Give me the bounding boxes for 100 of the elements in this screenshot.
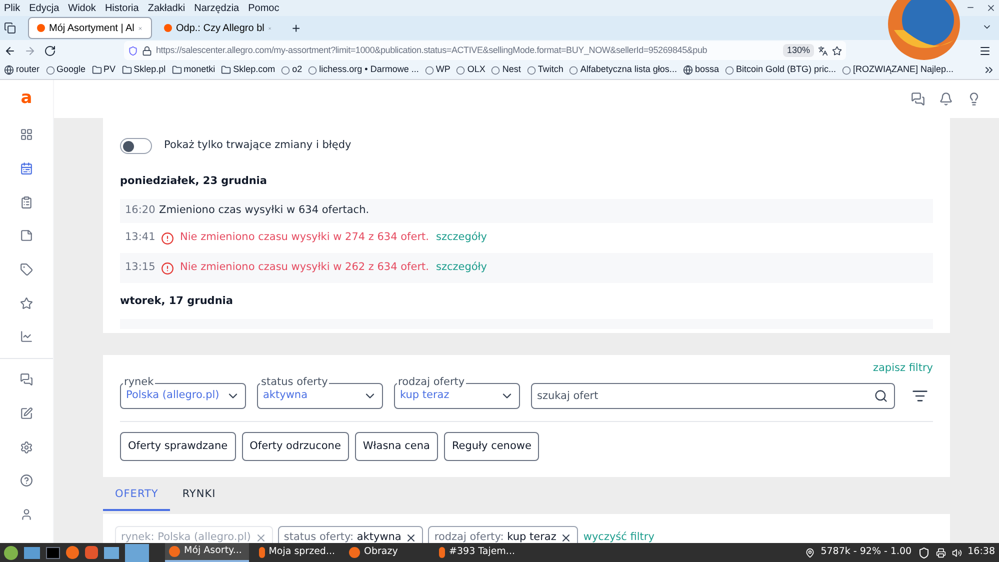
bookmark-item[interactable]: lichess.org • Darmowe ... bbox=[308, 63, 419, 77]
remove-icon[interactable] bbox=[405, 532, 418, 543]
terminal-icon[interactable] bbox=[46, 546, 60, 558]
app-launcher-icon[interactable] bbox=[66, 546, 79, 559]
site-icon bbox=[456, 66, 466, 74]
menu-item[interactable]: Plik bbox=[4, 0, 20, 16]
new-tab-button[interactable]: + bbox=[284, 18, 308, 38]
edit-icon[interactable] bbox=[20, 406, 33, 420]
workspace-icon[interactable] bbox=[125, 544, 149, 562]
menu-item[interactable]: Widok bbox=[68, 0, 96, 16]
volume-icon[interactable] bbox=[952, 548, 962, 558]
lightbulb-icon[interactable] bbox=[967, 92, 981, 106]
bookmark-item[interactable]: PV bbox=[92, 63, 116, 77]
printer-icon[interactable] bbox=[936, 548, 946, 558]
toggle-switch[interactable] bbox=[120, 138, 152, 154]
bookmark-item[interactable]: Sklep.com bbox=[221, 63, 276, 77]
site-icon bbox=[308, 66, 318, 74]
site-icon bbox=[526, 66, 536, 74]
alert-icon bbox=[161, 232, 174, 244]
menu-item[interactable]: Edycja bbox=[29, 0, 60, 16]
address-field[interactable]: https://salescenter.allegro.com/my-assortment?limit=1000&publication.status=ACTIVE&sellingMode.format=BUY_NOW&sellerId=95269845&pub 130% bbox=[124, 41, 846, 60]
time-label: 13:15 bbox=[125, 260, 153, 276]
folder-launcher-icon[interactable] bbox=[104, 546, 119, 558]
taskbar-window[interactable]: Mój Asorty... bbox=[165, 543, 249, 562]
select-value: kup teraz bbox=[400, 388, 450, 404]
more-bookmarks-icon[interactable] bbox=[983, 64, 995, 76]
filter-button[interactable]: Własna cena bbox=[354, 432, 438, 461]
bell-icon[interactable] bbox=[939, 92, 953, 106]
bookmark-item[interactable]: Google bbox=[46, 63, 86, 77]
remove-icon[interactable] bbox=[560, 532, 572, 543]
bookmark-item[interactable]: Nest bbox=[491, 63, 521, 77]
bookmark-item[interactable]: Twitch bbox=[526, 63, 564, 77]
taskbar-window[interactable]: Moja sprzed... bbox=[255, 543, 339, 562]
menu-item[interactable]: Narzędzia bbox=[194, 0, 240, 16]
bookmark-item[interactable]: o2 bbox=[281, 63, 302, 77]
select-label: rodzaj oferty bbox=[397, 376, 466, 388]
chat-icon[interactable] bbox=[911, 92, 925, 106]
star-icon[interactable] bbox=[20, 296, 33, 310]
folder-icon bbox=[122, 65, 132, 75]
bookmark-item[interactable]: [ROZWIĄZANE] Najlep... bbox=[842, 63, 954, 77]
taskbar-window[interactable]: #393 Tajem... bbox=[435, 543, 519, 562]
change-message: Nie zmieniono czasu wysyłki w 274 z 634 ofert. bbox=[180, 230, 429, 246]
bookmark-item[interactable]: Bitcoin Gold (BTG) pric... bbox=[724, 63, 836, 77]
app-launcher-icon[interactable] bbox=[85, 546, 98, 559]
translate-icon[interactable] bbox=[818, 46, 828, 56]
change-message: Nie zmieniono czasu wysyłki w 262 z 634 ofert. bbox=[180, 260, 429, 276]
filter-icon[interactable] bbox=[912, 388, 928, 404]
bookmark-item[interactable]: OLX bbox=[456, 63, 486, 77]
shield-icon[interactable] bbox=[918, 546, 930, 558]
bookmark-item[interactable]: WP bbox=[424, 63, 450, 77]
menu-item[interactable]: Historia bbox=[104, 0, 139, 16]
close-window-icon[interactable] bbox=[986, 3, 996, 13]
user-icon[interactable] bbox=[20, 508, 33, 521]
time-label: 16:20 bbox=[125, 203, 153, 218]
date-heading: wtorek, 17 grudnia bbox=[120, 294, 234, 309]
taskbar-window[interactable]: Obrazy bbox=[345, 543, 429, 562]
bookmark-item[interactable]: monetki bbox=[172, 63, 216, 77]
tag-icon[interactable] bbox=[20, 263, 33, 276]
help-icon[interactable] bbox=[20, 474, 33, 488]
tab-list-icon[interactable] bbox=[4, 22, 16, 34]
browser-tab[interactable]: Mój Asortyment | Al bbox=[28, 17, 152, 39]
select-value: aktywna bbox=[263, 388, 308, 404]
bookmark-item[interactable]: router bbox=[4, 63, 40, 77]
settings-icon[interactable] bbox=[20, 440, 33, 454]
site-icon bbox=[724, 66, 734, 74]
window-icon bbox=[169, 546, 180, 557]
filter-button[interactable]: Reguły cenowe bbox=[444, 432, 540, 461]
bookmark-star-icon[interactable] bbox=[832, 46, 842, 56]
time-label: 13:41 bbox=[125, 230, 153, 246]
reload-icon[interactable] bbox=[44, 44, 56, 56]
menu-item[interactable]: Zakładki bbox=[148, 0, 186, 16]
menu-item[interactable]: Pomoc bbox=[248, 0, 280, 16]
search-icon[interactable] bbox=[874, 389, 888, 403]
chart-icon[interactable] bbox=[20, 330, 33, 344]
filter-button[interactable]: Oferty sprawdzane bbox=[120, 432, 236, 461]
view-tab[interactable]: RYNKI bbox=[170, 487, 228, 511]
alert-icon bbox=[161, 262, 174, 274]
bookmark-item[interactable]: Sklep.pl bbox=[122, 63, 166, 77]
clipboard-icon[interactable] bbox=[20, 196, 33, 209]
clock: 16:38 bbox=[968, 545, 995, 560]
select-value: Polska (allegro.pl) bbox=[126, 388, 220, 404]
filter-button[interactable]: Oferty odrzucone bbox=[242, 432, 349, 461]
bookmark-item[interactable]: bossa bbox=[682, 63, 719, 77]
back-icon[interactable] bbox=[4, 44, 16, 56]
calendar-icon[interactable] bbox=[20, 162, 33, 176]
menu-icon[interactable] bbox=[979, 44, 991, 56]
browser-tab[interactable]: Odp.: Czy Allegro bl bbox=[156, 17, 280, 39]
grid-icon[interactable] bbox=[20, 128, 33, 142]
zoom-badge[interactable]: 130% bbox=[782, 44, 814, 58]
site-icon bbox=[569, 66, 578, 74]
search-field[interactable]: szukaj ofert bbox=[531, 383, 895, 409]
tab-title: Mój Asortyment | Al bbox=[49, 22, 134, 36]
view-tab[interactable]: OFERTY bbox=[103, 487, 170, 511]
note-icon[interactable] bbox=[20, 229, 33, 242]
start-menu-icon[interactable] bbox=[4, 546, 18, 560]
desktop-icon[interactable] bbox=[24, 546, 40, 558]
url-text: https://salescenter.allegro.com/my-assortment?limit=1000&publication.status=ACTIVE&sellingMode.format=BUY_NOW&sellerId=95269845&pub bbox=[156, 44, 708, 57]
chat-icon[interactable] bbox=[20, 373, 33, 386]
bookmark-item[interactable]: Alfabetyczna lista głos... bbox=[569, 63, 677, 77]
folder-icon bbox=[221, 65, 232, 75]
